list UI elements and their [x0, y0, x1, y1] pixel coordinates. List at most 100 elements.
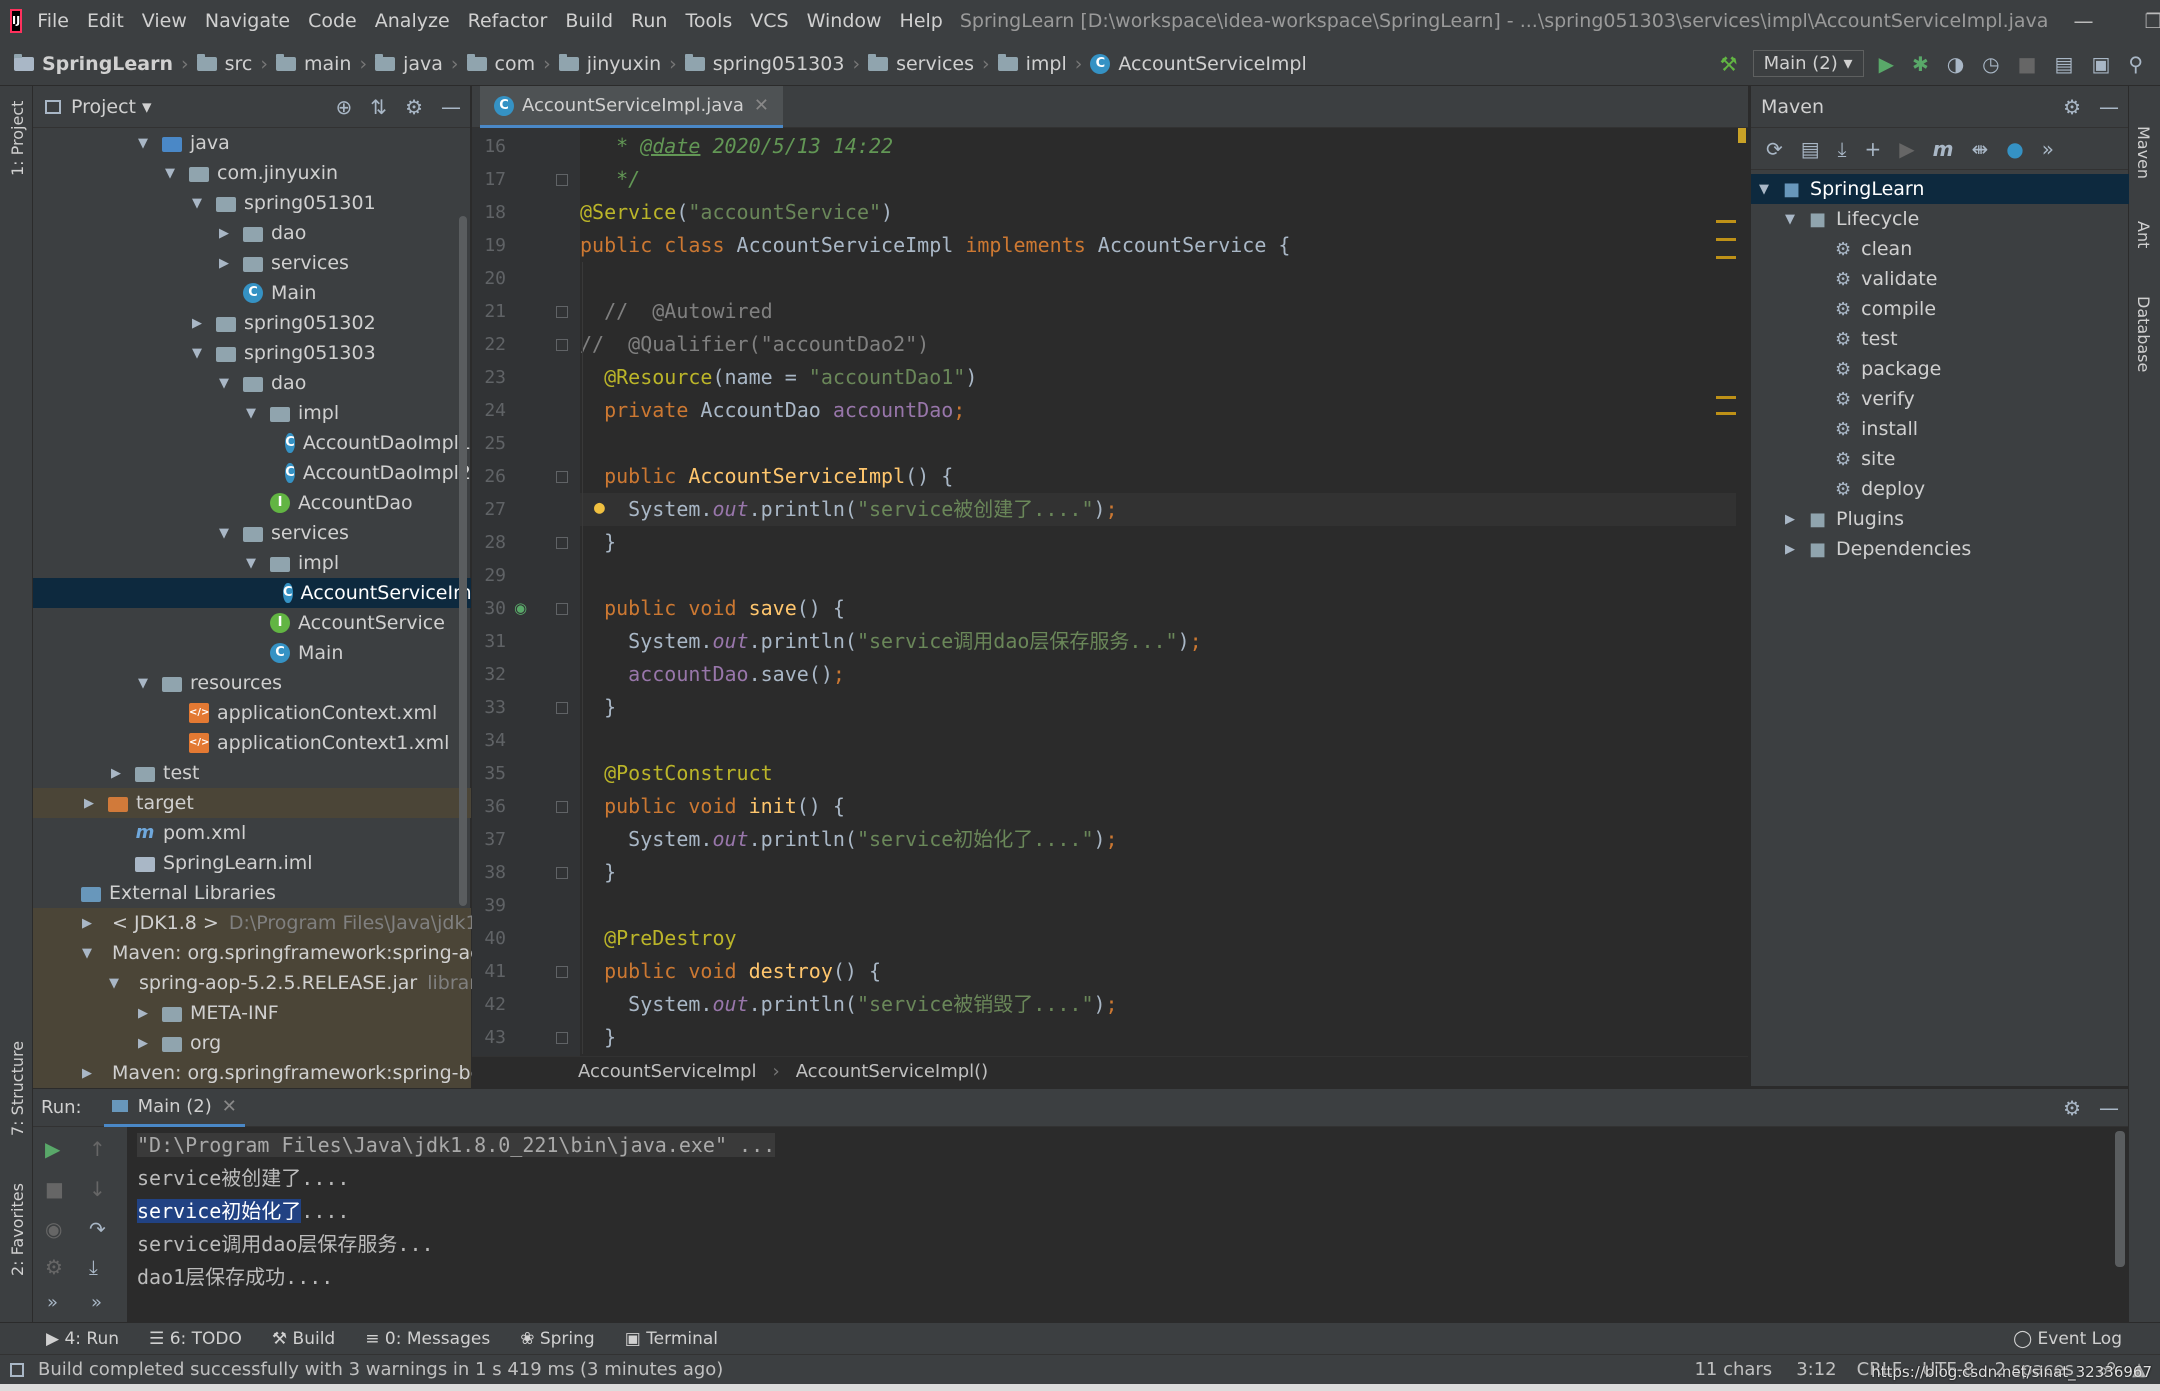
menu-vcs[interactable]: VCS	[741, 0, 797, 42]
breadcrumb-item[interactable]: impl	[997, 53, 1067, 75]
hide-panel-icon[interactable]: —	[441, 95, 461, 119]
build-tool-tab[interactable]: ⚒ Build	[272, 1329, 335, 1349]
run-maven-icon[interactable]: ▶	[1899, 137, 1914, 161]
code-line[interactable]: private AccountDao accountDao;	[580, 394, 965, 427]
breadcrumb-item[interactable]: SpringLearn	[14, 53, 173, 75]
code-line[interactable]: }	[580, 526, 616, 559]
menu-view[interactable]: View	[133, 0, 196, 42]
console-line[interactable]: service调用dao层保存服务...	[137, 1228, 434, 1261]
menu-file[interactable]: File	[28, 0, 78, 42]
tree-item[interactable]: ▼ spring051303	[33, 338, 471, 368]
fold-marker-icon[interactable]	[556, 603, 568, 615]
menu-code[interactable]: Code	[299, 0, 366, 42]
console-scrollbar[interactable]	[2115, 1131, 2125, 1267]
restore-icon[interactable]: ❐	[2118, 9, 2160, 33]
tree-item[interactable]: ▼ resources	[33, 668, 471, 698]
fold-marker-icon[interactable]	[556, 1032, 568, 1044]
tree-item[interactable]: C AccountDaoImpl1	[33, 428, 471, 458]
scroll-to-end-icon[interactable]: ⤓	[89, 1255, 98, 1279]
collapsed-arrow-icon[interactable]: ▶	[82, 796, 96, 811]
tree-item[interactable]: m pom.xml	[33, 818, 471, 848]
maven-lifecycle[interactable]: ▼ ■ Lifecycle	[1751, 204, 2129, 234]
collapsed-arrow-icon[interactable]: ▶	[82, 916, 92, 931]
maven-phase-package[interactable]: ⚙ package	[1751, 354, 2129, 384]
collapsed-arrow-icon[interactable]: ▶	[109, 766, 123, 781]
tree-item[interactable]: ▶ spring051302	[33, 308, 471, 338]
error-stripe-mark[interactable]	[1716, 220, 1736, 223]
maven-goal-icon[interactable]: m	[1933, 137, 1954, 161]
code-line[interactable]: @PostConstruct	[580, 757, 773, 790]
tree-item[interactable]: ▼ services	[33, 518, 471, 548]
breadcrumb-item[interactable]: main	[275, 53, 351, 75]
lightbulb-icon[interactable]: ●	[594, 497, 605, 518]
project-view-select[interactable]: Project ▾	[71, 96, 152, 118]
coverage-icon[interactable]: ◑	[1947, 52, 1964, 76]
maven-phase-test[interactable]: ⚙ test	[1751, 324, 2129, 354]
menu-analyze[interactable]: Analyze	[366, 0, 459, 42]
run-tab[interactable]: Main (2) ✕	[103, 1089, 245, 1127]
maven-dependencies[interactable]: ▶ ■ Dependencies	[1751, 534, 2129, 564]
maven-phase-validate[interactable]: ⚙ validate	[1751, 264, 2129, 294]
locate-icon[interactable]: ⊕	[336, 95, 353, 119]
expanded-arrow-icon[interactable]: ▼	[190, 346, 204, 361]
spring-tool-tab[interactable]: ❀ Spring	[520, 1329, 595, 1349]
tree-item[interactable]: ▶ META-INF	[33, 998, 471, 1028]
tree-item[interactable]: ▼ Maven: org.springframework:spring-aop:5…	[33, 938, 530, 968]
tree-item[interactable]: C AccountDaoImpl2	[33, 458, 471, 488]
code-line[interactable]: System.out.println("service初始化了....");	[580, 823, 1117, 856]
editor-tab-active[interactable]: C AccountServiceImpl.java ✕	[480, 86, 783, 128]
skip-tests-icon[interactable]: ⇼	[1972, 137, 1989, 161]
tree-item[interactable]: ▼ spring051301	[33, 188, 471, 218]
project-side-tab[interactable]: 1: Project	[8, 101, 27, 176]
fold-marker-icon[interactable]	[556, 537, 568, 549]
menu-run[interactable]: Run	[622, 0, 676, 42]
caret-position[interactable]: 3:12	[1796, 1359, 1836, 1380]
tree-item[interactable]: ▼ com.jinyuxin	[33, 158, 471, 188]
fold-marker-icon[interactable]	[556, 966, 568, 978]
breadcrumb-item[interactable]: C AccountServiceImpl	[1090, 53, 1307, 75]
fold-marker-icon[interactable]	[556, 702, 568, 714]
more-icon[interactable]: »	[47, 1292, 58, 1313]
breadcrumb-item[interactable]: services	[868, 53, 974, 75]
add-icon[interactable]: +	[1865, 137, 1882, 161]
hide-panel-icon[interactable]: —	[2099, 1096, 2119, 1120]
tree-item[interactable]: SpringLearn.iml	[33, 848, 471, 878]
code-line[interactable]: accountDao.save();	[580, 658, 845, 691]
reload-icon[interactable]: ⟳	[1766, 137, 1783, 161]
tree-item[interactable]: I AccountService	[33, 608, 471, 638]
status-toggle-icon[interactable]	[10, 1362, 24, 1377]
settings-gear-icon[interactable]: ⚙	[2063, 95, 2081, 119]
menu-build[interactable]: Build	[556, 0, 622, 42]
settings-gear-icon[interactable]: ⚙	[45, 1255, 63, 1279]
breadcrumb-item[interactable]: src	[196, 53, 252, 75]
todo-tool-tab[interactable]: ☰ 6: TODO	[149, 1329, 242, 1349]
tree-item[interactable]: ▼ impl	[33, 398, 471, 428]
code-breadcrumb-method[interactable]: AccountServiceImpl()	[796, 1061, 989, 1082]
tree-item[interactable]: ▼spring-aop-5.2.5.RELEASE.jarlibrary roo	[33, 968, 525, 998]
favorites-side-tab[interactable]: 2: Favorites	[8, 1183, 27, 1276]
run-config-select[interactable]: Main (2) ▾	[1752, 50, 1864, 77]
stop-icon[interactable]: ■	[2018, 52, 2037, 76]
status-message[interactable]: Build completed successfully with 3 warn…	[38, 1359, 723, 1380]
rerun-icon[interactable]: ▶	[45, 1137, 60, 1161]
error-stripe-mark[interactable]	[1716, 412, 1736, 415]
editor-scrollbar[interactable]	[1716, 128, 1748, 1056]
stop-icon[interactable]: ■	[45, 1177, 64, 1201]
collapsed-arrow-icon[interactable]: ▶	[136, 1036, 150, 1051]
offline-icon[interactable]: ●	[2006, 137, 2023, 161]
collapse-all-icon[interactable]: ⇅	[370, 95, 387, 119]
code-line[interactable]: @PreDestroy	[580, 922, 736, 955]
fold-marker-icon[interactable]	[556, 801, 568, 813]
soft-wrap-icon[interactable]: ↷	[89, 1217, 106, 1241]
event-log-tab[interactable]: ◯ Event Log	[2013, 1329, 2122, 1349]
download-icon[interactable]: ⤓	[1838, 137, 1847, 161]
menu-tools[interactable]: Tools	[676, 0, 741, 42]
console-line[interactable]: service初始化了....	[137, 1195, 349, 1228]
console-line[interactable]: service被创建了....	[137, 1162, 349, 1195]
tree-item[interactable]: C AccountServiceImpl	[33, 578, 489, 608]
maven-phase-install[interactable]: ⚙ install	[1751, 414, 2129, 444]
run-console[interactable]: "D:\Program Files\Java\jdk1.8.0_221\bin\…	[127, 1127, 2128, 1322]
code-line[interactable]: }	[580, 691, 616, 724]
implements-method-icon[interactable]: ◉	[514, 599, 527, 617]
expanded-arrow-icon[interactable]: ▼	[163, 166, 177, 181]
